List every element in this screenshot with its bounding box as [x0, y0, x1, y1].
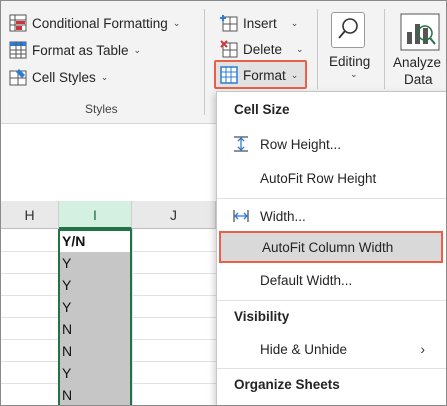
format-as-table-button[interactable]: Format as Table ⌄ — [9, 39, 141, 61]
hide-unhide-label: Hide & Unhide — [260, 341, 348, 357]
cell-i-value[interactable]: Y — [59, 296, 131, 318]
row-height-menu-item[interactable]: Row Height... — [217, 128, 446, 160]
chevron-down-icon: ⌄ — [296, 43, 304, 54]
visibility-header: Visibility — [234, 309, 290, 324]
column-width-menu-item[interactable]: Width... — [217, 200, 446, 232]
hide-unhide-menu-item[interactable]: Hide & Unhide › — [217, 333, 446, 365]
analyze-data-icon[interactable] — [398, 12, 442, 52]
format-label: Format — [243, 67, 286, 83]
menu-divider — [217, 368, 446, 369]
cell-i-value[interactable]: Y — [59, 362, 131, 384]
chevron-down-icon: ⌄ — [100, 71, 109, 82]
format-button[interactable]: Format ⌄ — [220, 64, 298, 86]
delete-cells-icon — [220, 40, 238, 58]
default-width-menu-item[interactable]: Default Width... — [217, 264, 446, 296]
column-header-j[interactable]: J — [132, 201, 216, 229]
format-cells-icon — [220, 66, 238, 84]
chevron-down-icon: ⌄ — [290, 17, 299, 28]
excel-window: Conditional Formatting ⌄ Format as Table… — [0, 0, 447, 406]
autofit-column-width-menu-item[interactable]: AutoFit Column Width — [219, 231, 443, 263]
organize-sheets-header: Organize Sheets — [234, 377, 340, 392]
chevron-down-icon: ⌄ — [172, 17, 181, 28]
menu-divider — [217, 198, 446, 199]
cell-i-value[interactable]: N — [59, 318, 131, 340]
analyze-data-label-line1[interactable]: Analyze — [393, 55, 441, 70]
chevron-right-icon: › — [420, 341, 425, 357]
row-height-icon — [232, 135, 250, 153]
row-height-label: Row Height... — [260, 136, 342, 152]
autofit-column-width-label: AutoFit Column Width — [262, 239, 394, 255]
delete-button[interactable]: Delete ⌄ — [220, 38, 304, 60]
cell-i-value[interactable]: N — [59, 340, 131, 362]
search-icon[interactable] — [331, 12, 365, 48]
chevron-down-icon[interactable]: ⌄ — [350, 69, 358, 80]
delete-label: Delete — [243, 41, 283, 57]
cell-styles-button[interactable]: Cell Styles ⌄ — [9, 66, 108, 88]
chevron-down-icon: ⌄ — [290, 69, 299, 80]
cell-styles-icon — [9, 68, 27, 86]
styles-group-label: Styles — [85, 102, 118, 116]
cell-size-header: Cell Size — [234, 102, 290, 117]
insert-button[interactable]: Insert ⌄ — [220, 12, 298, 34]
cell-i-value[interactable]: Y — [59, 274, 131, 296]
cell-i-value[interactable]: N — [59, 384, 131, 405]
cell-styles-label: Cell Styles — [32, 69, 96, 85]
cell-i-value[interactable]: Y — [59, 252, 131, 274]
autofit-row-height-menu-item[interactable]: AutoFit Row Height — [217, 162, 446, 194]
format-dropdown-menu: Cell Size Row Height... AutoFit Row Heig… — [216, 91, 446, 405]
autofit-row-height-label: AutoFit Row Height — [260, 170, 377, 186]
default-width-label: Default Width... — [260, 272, 353, 288]
group-separator — [317, 9, 318, 89]
format-as-table-label: Format as Table — [32, 42, 129, 58]
group-separator — [384, 9, 385, 89]
conditional-formatting-icon — [9, 14, 27, 32]
column-width-label: Width... — [260, 208, 306, 224]
conditional-formatting-label: Conditional Formatting — [32, 15, 168, 31]
insert-label: Insert — [243, 15, 277, 31]
insert-cells-icon — [220, 14, 238, 32]
group-separator — [204, 9, 205, 115]
chevron-down-icon: ⌄ — [133, 44, 142, 55]
menu-divider — [217, 300, 446, 301]
analyze-data-label-line2[interactable]: Data — [404, 72, 433, 87]
column-header-i[interactable]: I — [59, 201, 132, 229]
conditional-formatting-button[interactable]: Conditional Formatting ⌄ — [9, 12, 180, 34]
column-header-h[interactable]: H — [1, 201, 59, 229]
editing-label[interactable]: Editing — [329, 54, 370, 69]
format-as-table-icon — [9, 41, 27, 59]
column-width-icon — [232, 207, 250, 225]
cell-i-header[interactable]: Y/N — [59, 230, 131, 252]
